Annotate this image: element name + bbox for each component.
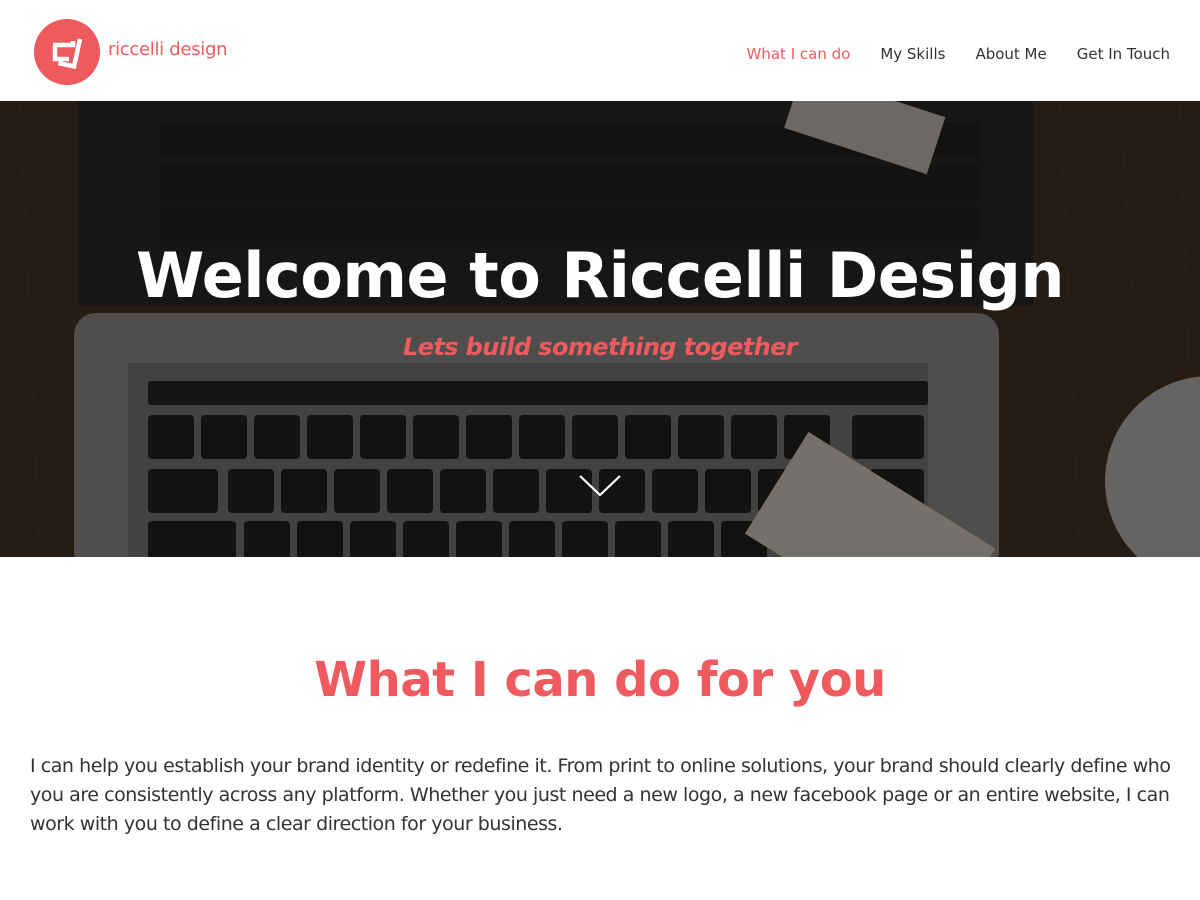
nav-item-about-me[interactable]: About Me — [975, 45, 1046, 63]
nav-item-what-i-can-do[interactable]: What I can do — [747, 45, 851, 63]
logo-link[interactable]: riccelli design — [34, 19, 228, 85]
brand-logo-icon — [34, 19, 100, 85]
hero-title: Welcome to Riccelli Design — [136, 239, 1064, 312]
site-header: riccelli design What I can do My Skills … — [0, 0, 1200, 101]
brand-name: riccelli design — [108, 38, 228, 60]
section-title: What I can do for you — [314, 652, 886, 708]
hero-subtitle: Lets build something together — [402, 333, 798, 361]
nav-item-get-in-touch[interactable]: Get In Touch — [1077, 45, 1170, 63]
nav-item-my-skills[interactable]: My Skills — [880, 45, 945, 63]
main-nav: What I can do My Skills About Me Get In … — [717, 45, 1170, 63]
chevron-down-icon[interactable] — [578, 473, 622, 499]
hero-banner: Welcome to Riccelli Design Lets build so… — [0, 101, 1200, 557]
section-body: I can help you establish your brand iden… — [30, 755, 1171, 835]
